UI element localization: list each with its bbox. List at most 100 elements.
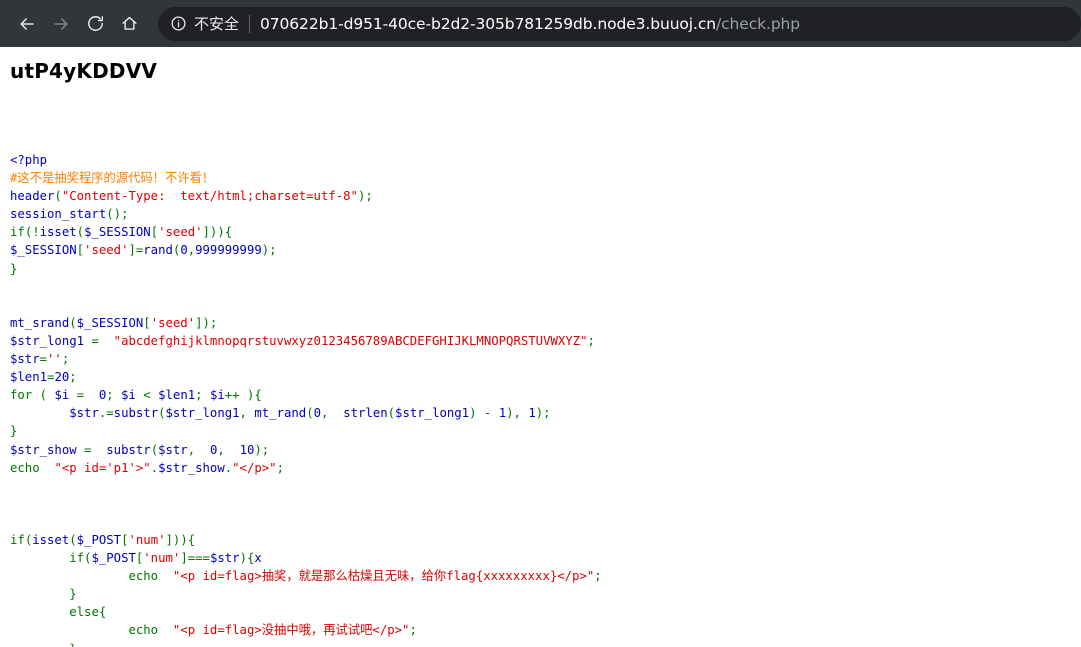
code-token: $str_long1 (395, 406, 470, 421)
code-token: ])) (165, 532, 188, 547)
code-token: ), (506, 406, 529, 421)
code-token: < (135, 388, 159, 403)
code-token: substr (113, 406, 159, 421)
address-bar[interactable]: 不安全 070622b1-d951-40ce-b2d2-305b781259db… (158, 6, 1081, 41)
code-token: $_SESSION (84, 225, 151, 240)
code-token: echo (128, 623, 159, 638)
code-token: ; (69, 370, 77, 385)
reload-button[interactable] (78, 7, 112, 41)
code-token: ( (32, 388, 55, 403)
code-token: isset (32, 532, 70, 547)
php-source-listing: <?php #这不是抽奖程序的源代码！不许看！ header("Content-… (0, 151, 602, 647)
page-title: utP4yKDDVV (10, 59, 158, 83)
code-token: } (69, 642, 76, 647)
code-token: ; (594, 569, 602, 584)
code-token: ])) (202, 225, 225, 240)
code-token: ){ (239, 551, 255, 566)
page-viewport: utP4yKDDVV <?php #这不是抽奖程序的源代码！不许看！ heade… (0, 47, 1081, 647)
code-token: ( (387, 406, 396, 421)
info-circle-icon[interactable] (170, 15, 187, 32)
code-token: $str (69, 406, 99, 421)
code-token: $str (10, 352, 40, 367)
code-token: = (76, 442, 99, 457)
code-token: ( (76, 225, 85, 240)
code-token: , (239, 406, 255, 421)
code-token: , (217, 442, 240, 457)
code-token: ( (306, 406, 314, 421)
forward-button[interactable] (44, 7, 78, 41)
code-token: ; (276, 460, 284, 475)
code-token: ; (269, 243, 277, 258)
code-token: $str_show (158, 460, 225, 475)
code-token: $str_long1 (165, 406, 240, 421)
code-token: $i (54, 388, 70, 403)
code-token: } (10, 261, 18, 276)
code-token: ]=== (180, 551, 210, 566)
code-token: isset (39, 225, 77, 240)
code-token: ; (543, 406, 551, 421)
code-token: } (69, 587, 77, 602)
code-token: ( (150, 442, 159, 457)
code-token: $len1 (158, 388, 196, 403)
url-display[interactable]: 070622b1-d951-40ce-b2d2-305b781259db.nod… (260, 15, 800, 33)
code-token: = (84, 333, 107, 348)
code-token: $_SESSION (10, 243, 77, 258)
code-token: 0 (313, 406, 321, 421)
code-token: { (98, 605, 107, 620)
code-token: 10 (239, 442, 255, 457)
home-button[interactable] (112, 7, 146, 41)
code-token: [ (150, 225, 159, 240)
code-token: ; (209, 315, 218, 330)
code-token: ; (409, 623, 417, 638)
code-token: . (150, 460, 159, 475)
code-token: 1 (498, 406, 507, 421)
code-token: 'num' (143, 551, 181, 566)
back-button[interactable] (10, 7, 44, 41)
code-token: ; (121, 207, 129, 222)
code-token: $_POST (76, 532, 122, 547)
code-token: , (321, 406, 344, 421)
code-token: { (187, 532, 196, 547)
code-token: = (69, 388, 92, 403)
code-token: 1 (528, 406, 536, 421)
code-token: if (10, 225, 25, 240)
code-token: ){ (247, 388, 262, 403)
code-token: { (224, 225, 233, 240)
code-token: echo (128, 569, 159, 584)
code-token: #这不是抽奖程序的源代码！不许看！ (10, 171, 215, 186)
code-token: $i (121, 388, 136, 403)
code-token: , (187, 243, 196, 258)
code-token: $str_show (10, 442, 77, 457)
code-token: mt_srand (10, 315, 70, 330)
code-token: "Content-Type: text/html;charset=utf-8" (61, 189, 358, 204)
code-token: ; (261, 442, 270, 457)
code-token: ( (69, 315, 77, 330)
code-token: "</p>" (232, 460, 277, 475)
code-token: } (10, 424, 18, 439)
code-token: ( (158, 406, 166, 421)
code-token: <?php (10, 153, 48, 167)
security-status-label: 不安全 (194, 15, 240, 33)
code-token: 999999999 (195, 243, 262, 258)
code-token: $str_long1 (10, 333, 85, 348)
code-token: ; (106, 388, 122, 403)
browser-toolbar: 不安全 070622b1-d951-40ce-b2d2-305b781259db… (0, 0, 1081, 47)
code-token: "<p id=flag>没抽中哦，再试试吧</p>" (172, 623, 410, 638)
code-token: [ (143, 315, 151, 330)
url-host: 070622b1-d951-40ce-b2d2-305b781259db.nod… (260, 14, 716, 33)
code-token: 0 (91, 388, 107, 403)
code-token: 'seed' (158, 225, 203, 240)
code-token: (! (24, 225, 40, 240)
code-token: session_start (10, 207, 107, 222)
code-token: 'num' (128, 532, 166, 547)
code-token: ; (587, 333, 595, 348)
code-token: ; (61, 352, 70, 367)
